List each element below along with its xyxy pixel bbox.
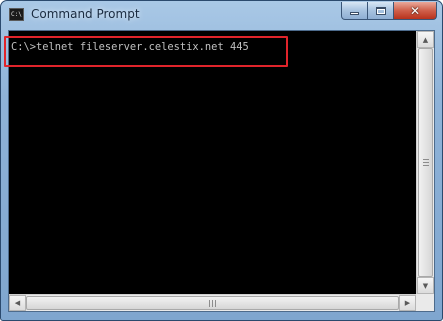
close-button[interactable]: ✕ — [393, 2, 437, 20]
maximize-button[interactable] — [367, 2, 394, 20]
minimize-button[interactable] — [341, 2, 368, 20]
horizontal-scroll-thumb[interactable] — [26, 296, 399, 310]
grip-line — [423, 159, 429, 160]
grip-line — [423, 162, 429, 163]
vertical-scrollbar[interactable]: ▲ ▼ — [416, 31, 434, 294]
console-output[interactable]: C:\>telnet fileserver.celestix.net 445 — [9, 31, 416, 294]
console-area: C:\>telnet fileserver.celestix.net 445 ▲… — [8, 30, 435, 312]
grip-line — [209, 300, 210, 307]
scroll-left-button[interactable]: ◀ — [9, 295, 26, 311]
grip-line — [212, 300, 213, 307]
scroll-right-button[interactable]: ▶ — [399, 295, 416, 311]
maximize-icon — [375, 6, 386, 15]
arrow-up-icon: ▲ — [422, 35, 429, 44]
vertical-scroll-thumb[interactable] — [418, 48, 433, 277]
arrow-down-icon: ▼ — [422, 281, 429, 290]
grip-line — [423, 165, 429, 166]
scroll-down-button[interactable]: ▼ — [417, 277, 434, 294]
window-title: Command Prompt — [31, 7, 140, 21]
arrow-right-icon: ▶ — [404, 299, 411, 307]
horizontal-scrollbar[interactable]: ◀ ▶ — [9, 294, 416, 311]
close-icon: ✕ — [409, 3, 421, 18]
title-bar[interactable]: C:\ Command Prompt ✕ — [1, 1, 442, 31]
scroll-corner — [416, 294, 434, 311]
command-prompt-icon[interactable]: C:\ — [9, 8, 24, 21]
scroll-up-button[interactable]: ▲ — [417, 31, 434, 48]
arrow-left-icon: ◀ — [14, 299, 21, 307]
grip-line — [215, 300, 216, 307]
minimize-icon — [350, 12, 359, 15]
command-highlight-box — [4, 36, 288, 67]
app-icon-label: C:\ — [11, 11, 22, 18]
